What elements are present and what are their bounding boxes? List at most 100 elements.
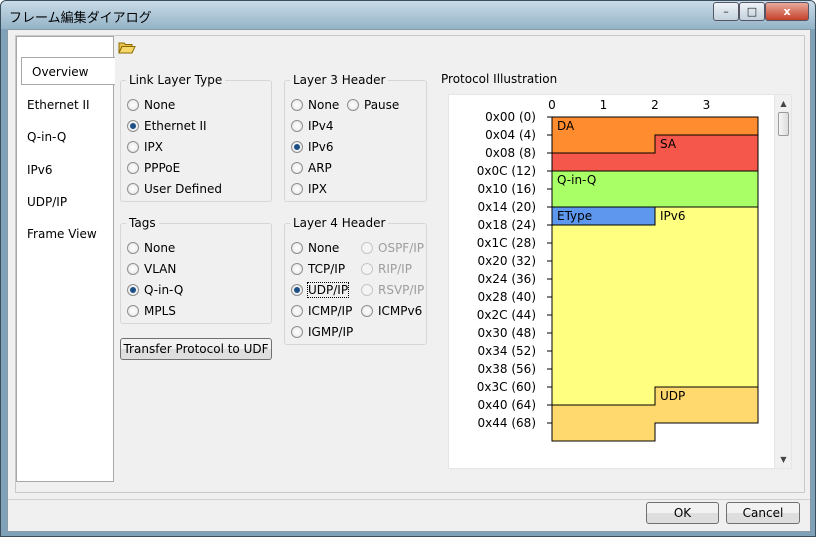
transfer-protocol-button[interactable]: Transfer Protocol to UDF <box>120 338 272 360</box>
link-layer-radio-label: Ethernet II <box>144 119 207 133</box>
field-ipv6 <box>551 206 759 406</box>
l4-radio-rip-ip: RIP/IP <box>361 261 412 277</box>
radio-circle-icon <box>291 162 303 174</box>
tab-overview[interactable]: Overview <box>21 57 115 85</box>
offset-label: 0x30 (48) <box>478 326 536 340</box>
radio-circle-icon <box>127 284 139 296</box>
l4-radio-label: RIP/IP <box>378 262 412 276</box>
l4-radio-label: OSPF/IP <box>378 241 425 255</box>
radio-circle-icon <box>291 183 303 195</box>
tags-group: Tags None VLAN Q-in-Q MPLS <box>120 216 272 324</box>
offset-label: 0x04 (4) <box>485 128 536 142</box>
link-layer-group: Link Layer Type None Ethernet II IPX PPPoE U… <box>120 73 272 202</box>
field-label-sa: SA <box>660 137 677 151</box>
offset-label: 0x38 (56) <box>478 362 536 376</box>
protocol-diagram: DA SA Q-in-Q EType IPv6 UDP 0 1 2 3 0x00 (0) 0x04 (… <box>477 98 759 442</box>
layer4-label: Layer 4 Header <box>290 216 389 230</box>
cancel-button[interactable]: Cancel <box>726 502 800 524</box>
field-label-etype: EType <box>557 209 592 223</box>
radio-circle-icon <box>347 99 359 111</box>
radio-circle-icon <box>127 141 139 153</box>
link-layer-radio-pppoe[interactable]: PPPoE <box>127 160 180 176</box>
tag-radio-q-in-q[interactable]: Q-in-Q <box>127 282 183 298</box>
tag-radio-label: Q-in-Q <box>144 283 184 297</box>
l3-radio-arp[interactable]: ARP <box>291 160 332 176</box>
l4-radio-igmp-ip[interactable]: IGMP/IP <box>291 324 353 340</box>
tag-radio-none[interactable]: None <box>127 240 175 256</box>
tab-ipv6[interactable]: IPv6 <box>17 156 114 184</box>
field-label-udp: UDP <box>660 389 685 403</box>
column-label: 0 <box>548 98 556 112</box>
offset-label: 0x24 (36) <box>478 272 536 286</box>
radio-circle-icon <box>127 242 139 254</box>
layer3-group: Layer 3 Header None Pause IPv4 IPv6 ARP IPX <box>284 73 427 202</box>
toolbar <box>114 40 804 66</box>
scroll-down-icon[interactable]: ▼ <box>775 451 792 468</box>
folder-open-icon[interactable] <box>118 40 136 56</box>
l3-radio-label: IPv6 <box>308 140 334 154</box>
radio-circle-icon <box>291 326 303 338</box>
l4-radio-udp-ip[interactable]: UDP/IP <box>291 282 350 298</box>
column-label: 2 <box>651 98 659 112</box>
tab-udp-ip[interactable]: UDP/IP <box>17 188 114 216</box>
link-layer-radio-label: IPX <box>144 140 163 154</box>
scroll-thumb[interactable] <box>778 112 789 136</box>
offset-label: 0x2C (44) <box>477 308 536 322</box>
l3-radio-ipx[interactable]: IPX <box>291 181 327 197</box>
tab-frame-view[interactable]: Frame View <box>17 220 114 248</box>
footer-divider <box>8 499 810 500</box>
l4-radio-icmp-ip[interactable]: ICMP/IP <box>291 303 352 319</box>
offset-label: 0x20 (32) <box>478 254 536 268</box>
title-bar[interactable]: フレーム編集ダイアログ – □ x <box>1 1 815 29</box>
radio-circle-icon <box>127 263 139 275</box>
close-button[interactable]: x <box>765 2 809 21</box>
ok-button[interactable]: OK <box>646 502 719 524</box>
scroll-up-icon[interactable]: ▲ <box>775 95 792 112</box>
illustration-scrollbar[interactable]: ▲ ▼ <box>774 95 791 468</box>
tab-q-in-q[interactable]: Q-in-Q <box>17 123 114 151</box>
layer3-label: Layer 3 Header <box>290 73 389 87</box>
l3-radio-ipv4[interactable]: IPv4 <box>291 118 334 134</box>
tag-radio-vlan[interactable]: VLAN <box>127 261 176 277</box>
link-layer-radio-ethernet-ii[interactable]: Ethernet II <box>127 118 207 134</box>
offset-label: 0x00 (0) <box>485 110 536 124</box>
tag-radio-label: VLAN <box>144 262 177 276</box>
l4-radio-label: None <box>308 241 340 255</box>
radio-circle-icon <box>361 284 373 296</box>
dialog-client: Overview Ethernet II Q-in-Q IPv6 UDP/IP … <box>7 29 811 532</box>
radio-circle-icon <box>291 263 303 275</box>
radio-circle-icon <box>291 305 303 317</box>
tag-radio-label: None <box>144 241 176 255</box>
side-tab-list: Overview Ethernet II Q-in-Q IPv6 UDP/IP … <box>16 36 115 482</box>
offset-label: 0x3C (60) <box>477 380 536 394</box>
l4-radio-none[interactable]: None <box>291 240 339 256</box>
link-layer-radio-user-defined[interactable]: User Defined <box>127 181 222 197</box>
radio-circle-icon <box>361 305 373 317</box>
dialog-window: フレーム編集ダイアログ – □ x Overview Ethernet II Q… <box>0 0 816 537</box>
l4-radio-tcp-ip[interactable]: TCP/IP <box>291 261 345 277</box>
l3-radio-none[interactable]: None <box>291 97 339 113</box>
offset-label: 0x18 (24) <box>478 218 536 232</box>
l3-radio-label: Pause <box>364 98 400 112</box>
l4-radio-label: ICMP/IP <box>308 304 353 318</box>
link-layer-radio-none[interactable]: None <box>127 97 175 113</box>
link-layer-radio-ipx[interactable]: IPX <box>127 139 163 155</box>
l3-radio-pause[interactable]: Pause <box>347 97 399 113</box>
field-label-da: DA <box>557 119 575 133</box>
l4-radio-icmpv6[interactable]: ICMPv6 <box>361 303 422 319</box>
tab-ethernet-ii[interactable]: Ethernet II <box>17 91 114 119</box>
l3-radio-ipv6[interactable]: IPv6 <box>291 139 334 155</box>
radio-circle-icon <box>127 120 139 132</box>
link-layer-radio-label: PPPoE <box>144 161 181 175</box>
radio-circle-icon <box>291 242 303 254</box>
maximize-button[interactable]: □ <box>739 2 765 21</box>
minimize-button[interactable]: – <box>713 2 739 21</box>
radio-circle-icon <box>127 99 139 111</box>
radio-circle-icon <box>127 162 139 174</box>
offset-label: 0x08 (8) <box>485 146 536 160</box>
tag-radio-mpls[interactable]: MPLS <box>127 303 176 319</box>
radio-circle-icon <box>361 263 373 275</box>
offset-label: 0x14 (20) <box>478 200 536 214</box>
link-layer-label: Link Layer Type <box>126 73 226 87</box>
l3-radio-label: IPX <box>308 182 327 196</box>
